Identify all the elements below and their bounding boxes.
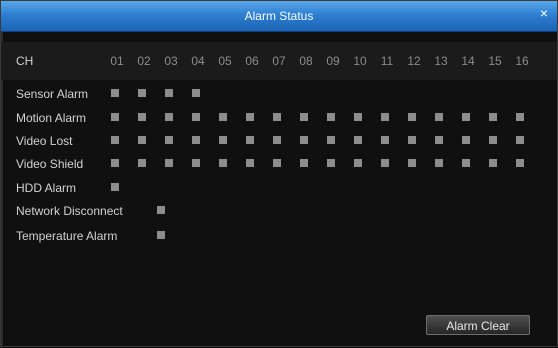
alarm-indicator [300, 136, 308, 144]
alarm-indicator [165, 136, 173, 144]
channel-number: 11 [380, 54, 394, 68]
alarm-indicator [327, 136, 335, 144]
alarm-indicator [381, 159, 389, 167]
alarm-indicator [111, 183, 119, 191]
alarm-indicator [381, 136, 389, 144]
alarm-indicator [111, 89, 119, 97]
dialog-title: Alarm Status [244, 9, 314, 23]
alarm-indicator [408, 159, 416, 167]
alarm-indicator [435, 136, 443, 144]
alarm-indicator [354, 113, 362, 121]
alarm-indicator [354, 136, 362, 144]
channel-number: 14 [461, 54, 475, 68]
alarm-indicator [462, 136, 470, 144]
alarm-row-label: HDD Alarm [16, 181, 77, 195]
channel-header-label: CH [16, 54, 34, 68]
alarm-indicator [192, 89, 200, 97]
alarm-indicator [192, 136, 200, 144]
alarm-indicator [157, 206, 165, 214]
alarm-indicator [138, 113, 146, 121]
alarm-indicator [354, 159, 362, 167]
alarm-indicator [273, 136, 281, 144]
alarm-row-label: Network Disconnect [16, 204, 123, 218]
alarm-indicator [462, 159, 470, 167]
channel-number: 08 [299, 54, 313, 68]
alarm-indicator [165, 113, 173, 121]
channel-number: 09 [326, 54, 340, 68]
alarm-indicator [138, 136, 146, 144]
alarm-indicator [219, 136, 227, 144]
alarm-indicator [408, 113, 416, 121]
alarm-indicator [408, 136, 416, 144]
alarm-indicator [219, 113, 227, 121]
alarm-row-label: Video Shield [16, 157, 84, 171]
alarm-indicator [111, 113, 119, 121]
alarm-indicator [246, 159, 254, 167]
alarm-indicator [273, 159, 281, 167]
alarm-indicator [165, 89, 173, 97]
alarm-indicator [300, 113, 308, 121]
channel-number: 12 [407, 54, 421, 68]
channel-number: 06 [245, 54, 259, 68]
alarm-status-dialog: Alarm Status × CH 01 02 03 04 05 06 07 08 09 10 11… [0, 0, 558, 348]
channel-number: 07 [272, 54, 286, 68]
alarm-indicator [489, 113, 497, 121]
alarm-indicator [138, 89, 146, 97]
channel-number: 15 [488, 54, 502, 68]
alarm-indicator [462, 113, 470, 121]
channel-header-row: CH 01 02 03 04 05 06 07 08 09 10 11 12 13 14 15 16 [1, 42, 557, 80]
alarm-indicator [516, 159, 524, 167]
alarm-indicator [111, 159, 119, 167]
title-bar: Alarm Status × [1, 1, 557, 32]
alarm-indicator [111, 136, 119, 144]
alarm-row-label: Video Lost [16, 134, 73, 148]
alarm-indicator [489, 136, 497, 144]
alarm-indicator [165, 159, 173, 167]
channel-number: 05 [218, 54, 232, 68]
alarm-indicator [327, 113, 335, 121]
alarm-indicator [273, 113, 281, 121]
alarm-indicator [435, 159, 443, 167]
channel-number: 13 [434, 54, 448, 68]
alarm-indicator [516, 136, 524, 144]
alarm-indicator [157, 231, 165, 239]
channel-number: 03 [164, 54, 178, 68]
alarm-indicator [300, 159, 308, 167]
channel-number: 01 [110, 54, 124, 68]
alarm-indicator [435, 113, 443, 121]
alarm-row-label: Temperature Alarm [16, 229, 118, 243]
channel-number: 02 [137, 54, 151, 68]
alarm-row-label: Sensor Alarm [16, 87, 89, 101]
alarm-row-label: Motion Alarm [16, 111, 87, 125]
alarm-indicator [246, 136, 254, 144]
alarm-indicator [219, 159, 227, 167]
alarm-indicator [246, 113, 254, 121]
alarm-indicator [192, 113, 200, 121]
alarm-clear-button[interactable]: Alarm Clear [426, 315, 530, 335]
alarm-indicator [381, 113, 389, 121]
channel-number: 04 [191, 54, 205, 68]
close-icon[interactable]: × [537, 6, 551, 20]
alarm-indicator [192, 159, 200, 167]
alarm-indicator [516, 113, 524, 121]
alarm-indicator [489, 159, 497, 167]
alarm-indicator [138, 159, 146, 167]
channel-number: 16 [515, 54, 529, 68]
channel-number: 10 [353, 54, 367, 68]
alarm-indicator [327, 159, 335, 167]
